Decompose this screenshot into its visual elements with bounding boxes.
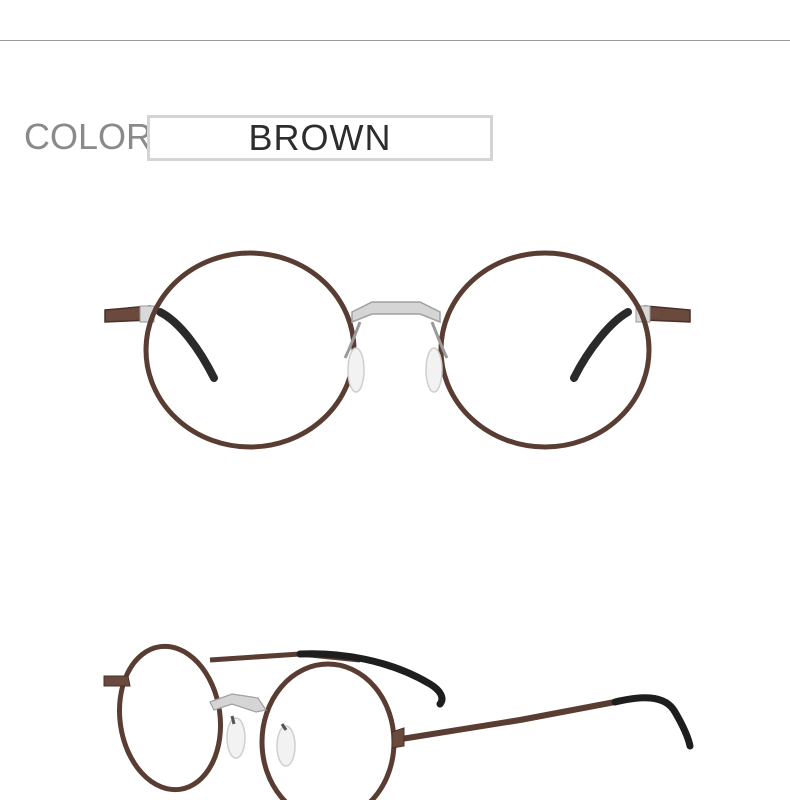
color-label: COLOR <box>24 116 153 157</box>
left-nose-pad <box>347 347 365 393</box>
near-temple-tip <box>611 694 694 750</box>
divider-line <box>0 40 790 41</box>
glasses-front-photo <box>0 230 790 470</box>
bridge <box>351 301 441 324</box>
color-name-box: BROWN <box>147 115 493 161</box>
right-nose-pad <box>425 347 443 393</box>
left-rim <box>143 250 357 450</box>
near-temple <box>394 699 616 743</box>
far-rim <box>116 643 224 793</box>
right-rim <box>438 250 652 450</box>
right-hinge <box>644 305 691 323</box>
product-color-panel: COLOR BROWN <box>0 0 790 800</box>
left-temple-tip <box>156 308 218 382</box>
far-temple-tip <box>296 650 446 708</box>
right-temple-tip <box>570 308 632 382</box>
glasses-angle-photo <box>0 620 790 800</box>
